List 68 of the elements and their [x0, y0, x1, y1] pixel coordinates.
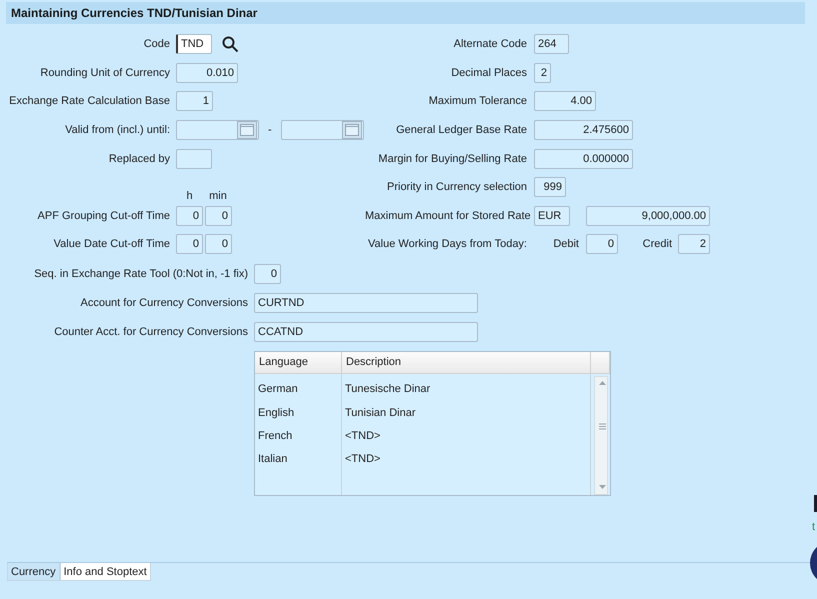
field-label: Value Date Cut-off Time [52, 238, 170, 250]
table-cell-text: Tunisian Dinar [344, 406, 417, 421]
counter-account-field[interactable]: CCATND [254, 322, 478, 342]
field-label: Replaced by [108, 152, 170, 165]
range-separator: - [268, 124, 272, 136]
amount-field[interactable]: 9,000,000.00 [586, 206, 710, 226]
scrollbar[interactable] [594, 376, 608, 495]
field-label: Exchange Rate Calculation Base [8, 95, 170, 108]
field-label: Decimal Places [450, 66, 527, 79]
calendar-icon[interactable] [237, 121, 257, 140]
field-label: Account for Currency Conversions [79, 297, 248, 310]
hours-field[interactable]: 0 [176, 234, 203, 254]
scroll-down-icon[interactable] [598, 484, 607, 490]
edge-bar [814, 495, 817, 512]
field-label: Counter Acct. for Currency Conversions [53, 326, 248, 338]
rounding-field[interactable]: 0.010 [176, 62, 238, 83]
field-label: Margin for Buying/Selling Rate [377, 152, 527, 165]
search-icon[interactable] [222, 36, 239, 53]
credit-field[interactable]: 2 [678, 234, 710, 254]
field-label: Valid from (incl.) until: [64, 124, 170, 136]
field-label: Seq. in Exchange Rate Tool (0:Not in, -1 fix) [33, 268, 248, 280]
tab[interactable]: Info and Stoptext [60, 563, 151, 581]
field-label: Maximum Tolerance [428, 95, 527, 108]
field-label: Value Working Days from Today: [367, 238, 527, 250]
currency-field[interactable]: EUR [534, 206, 570, 226]
table-cell-text: English [257, 406, 296, 421]
calculation-base-field[interactable]: 1 [176, 91, 213, 112]
column-header: Description [342, 352, 591, 374]
table-cell-text: French [257, 428, 294, 444]
alternate-code-field[interactable]: 264 [534, 34, 569, 54]
column-header: Language [255, 352, 342, 374]
priority-field[interactable]: 999 [534, 177, 566, 198]
column-header: h [185, 190, 194, 202]
table-cell-text: Italian [257, 452, 288, 468]
field-label: Rounding Unit of Currency [39, 66, 170, 79]
header-corner [591, 352, 610, 374]
account-field[interactable]: CURTND [254, 293, 478, 314]
field-label: APF Grouping Cut-off Time [36, 210, 170, 222]
date-field[interactable] [280, 120, 364, 140]
field-label: General Ledger Base Rate [395, 124, 527, 136]
field-label: Credit [642, 238, 672, 250]
replaced-by-field[interactable] [176, 148, 212, 169]
margin-field[interactable]: 0.000000 [534, 148, 633, 169]
minutes-field[interactable]: 0 [205, 206, 232, 226]
table-cell-text: German [257, 382, 299, 398]
hours-field[interactable]: 0 [176, 206, 203, 226]
tolerance-field[interactable]: 4.00 [534, 91, 596, 112]
grip-icon[interactable] [598, 422, 607, 430]
scroll-up-icon[interactable] [598, 380, 607, 386]
table-cell-text: <TND> [344, 452, 382, 468]
base-rate-field[interactable]: 2.475600 [534, 120, 633, 140]
window-title: Maintaining Currencies TND/Tunisian Dinar [10, 6, 258, 20]
tab[interactable]: Currency [7, 563, 60, 581]
field-label: Alternate Code [452, 38, 527, 50]
column-header: min [208, 190, 228, 202]
code-field[interactable]: TND [176, 34, 212, 54]
field-label: Debit [552, 238, 579, 250]
minutes-field[interactable]: 0 [205, 234, 232, 254]
table-cell-text: <TND> [344, 428, 382, 444]
decimal-places-field[interactable]: 2 [534, 62, 551, 83]
table-cell-text: Tunesische Dinar [344, 382, 432, 398]
field-label: Priority in Currency selection [386, 181, 527, 194]
sequence-field[interactable]: 0 [254, 264, 281, 284]
date-field[interactable] [176, 120, 259, 140]
debit-field[interactable]: 0 [586, 234, 618, 254]
calendar-icon[interactable] [342, 121, 362, 140]
field-label: Code [142, 38, 170, 50]
edge-text: t [812, 521, 816, 533]
